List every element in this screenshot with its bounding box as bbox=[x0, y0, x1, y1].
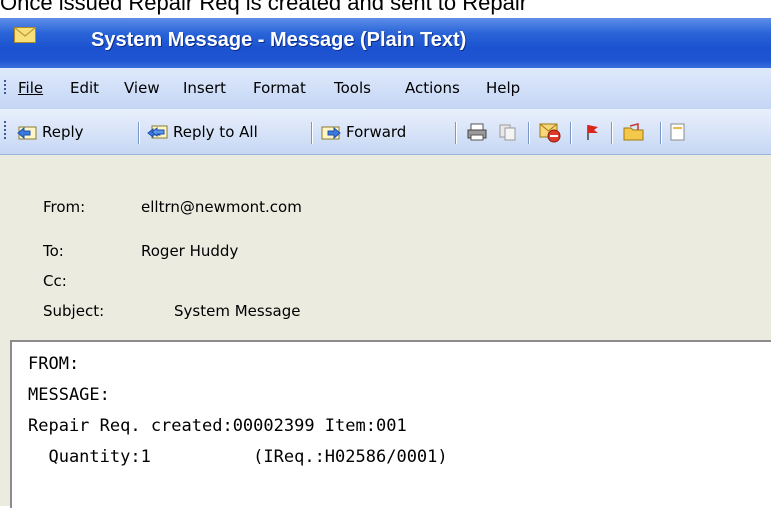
subject-value: System Message bbox=[174, 302, 301, 320]
reply-icon bbox=[17, 126, 37, 140]
cc-label: Cc: bbox=[43, 272, 67, 290]
flag-icon bbox=[587, 125, 598, 140]
menu-view[interactable]: View bbox=[124, 79, 160, 97]
menu-edit[interactable]: Edit bbox=[70, 79, 99, 97]
menu-actions[interactable]: Actions bbox=[405, 79, 460, 97]
menu-insert[interactable]: Insert bbox=[183, 79, 226, 97]
menu-actions-label: Actions bbox=[405, 79, 460, 97]
forward-icon bbox=[321, 126, 341, 140]
menu-format[interactable]: Format bbox=[253, 79, 306, 97]
body-line-message: MESSAGE: bbox=[28, 385, 110, 405]
more-toolbar-button[interactable] bbox=[668, 120, 688, 144]
left-border-strip bbox=[0, 340, 10, 506]
menu-help[interactable]: Help bbox=[486, 79, 520, 97]
to-value[interactable]: Roger Huddy bbox=[141, 242, 238, 260]
body-line-repair-req: Repair Req. created:00002399 Item:001 bbox=[28, 416, 407, 436]
copy-button[interactable] bbox=[497, 120, 519, 144]
toolbar-separator bbox=[528, 122, 530, 144]
menu-insert-label: Insert bbox=[183, 79, 227, 97]
forward-label: Forward bbox=[346, 123, 407, 141]
body-line-from: FROM: bbox=[28, 354, 80, 374]
standard-toolbar: Reply Reply to All Forward bbox=[0, 109, 771, 155]
toolbar-separator bbox=[660, 122, 662, 144]
from-value: elltrn@newmont.com bbox=[141, 198, 302, 216]
menu-grip[interactable] bbox=[4, 80, 7, 96]
menu-format-label: Format bbox=[253, 79, 306, 97]
title-bar: System Message - Message (Plain Text) bbox=[0, 18, 771, 68]
toolbar-separator bbox=[570, 122, 572, 144]
forward-button[interactable]: Forward bbox=[320, 120, 406, 144]
reply-button[interactable]: Reply bbox=[16, 120, 84, 144]
printer-icon bbox=[467, 123, 487, 141]
menu-file-label: File bbox=[18, 79, 44, 97]
subject-label: Subject: bbox=[43, 302, 105, 320]
print-button[interactable] bbox=[466, 120, 488, 144]
caption-text: Once issued Repair Req is created and se… bbox=[0, 0, 528, 15]
follow-up-flag-button[interactable] bbox=[581, 120, 603, 144]
toolbar-separator bbox=[455, 122, 457, 144]
body-line-quantity: Quantity:1 (IReq.:H02586/0001) bbox=[28, 447, 448, 467]
envelope-icon bbox=[14, 27, 36, 43]
from-label: From: bbox=[43, 198, 86, 216]
reply-all-label: Reply to All bbox=[173, 123, 258, 141]
menu-tools-label: Tools bbox=[334, 79, 371, 97]
copy-icon bbox=[499, 124, 516, 141]
reply-all-button[interactable]: Reply to All bbox=[147, 120, 258, 144]
reply-all-icon bbox=[147, 125, 168, 139]
menu-view-label: View bbox=[124, 79, 160, 97]
block-sender-icon bbox=[539, 123, 561, 143]
menu-file[interactable]: File bbox=[18, 79, 43, 97]
toolbar-separator bbox=[611, 122, 613, 144]
menu-edit-label: Edit bbox=[70, 79, 100, 97]
move-to-folder-button[interactable] bbox=[622, 120, 646, 144]
folder-icon bbox=[623, 123, 644, 141]
menu-help-label: Help bbox=[486, 79, 521, 97]
to-label: To: bbox=[43, 242, 64, 260]
toolbar-separator bbox=[138, 122, 140, 144]
menu-bar: File Edit View Insert Format Tools Actio… bbox=[0, 68, 771, 109]
menu-tools[interactable]: Tools bbox=[334, 79, 371, 97]
window-title: System Message - Message (Plain Text) bbox=[91, 29, 467, 51]
toolbar-separator bbox=[311, 122, 313, 144]
toolbar-grip[interactable] bbox=[4, 121, 7, 141]
junk-sender-button[interactable] bbox=[539, 120, 561, 144]
message-header: From: elltrn@newmont.com To: Roger Huddy… bbox=[0, 155, 771, 340]
document-icon bbox=[670, 123, 685, 141]
reply-label: Reply bbox=[42, 123, 84, 141]
